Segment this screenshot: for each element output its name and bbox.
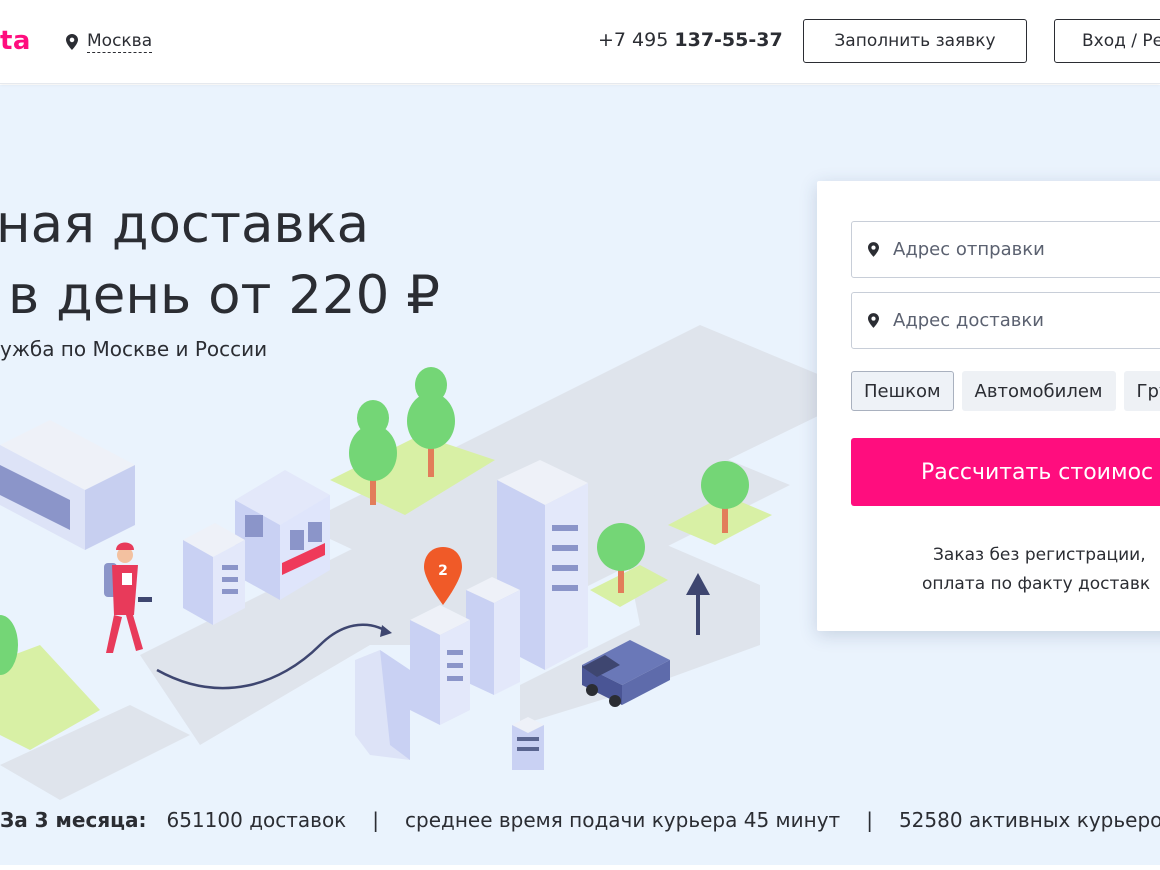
order-form-card: Пешком Автомобилем Гру Рассчитать стоимо… xyxy=(817,181,1160,631)
stats-separator: | xyxy=(866,808,873,832)
stats-avg-time: среднее время подачи курьера 45 минут xyxy=(405,808,841,832)
calculate-cost-button[interactable]: Рассчитать стоимос xyxy=(851,438,1160,506)
courier-figure xyxy=(104,542,152,653)
location-pin-icon xyxy=(66,33,78,50)
stats-couriers: 52580 активных курьеров xyxy=(898,808,1160,832)
phone-main: 137-55-37 xyxy=(674,29,783,51)
location-pin-icon xyxy=(868,242,879,257)
logo[interactable]: ta xyxy=(0,26,31,56)
hero-title-line2: в день от 220 ₽ xyxy=(8,265,440,326)
mode-walking[interactable]: Пешком xyxy=(851,371,954,411)
pickup-address-field[interactable] xyxy=(851,221,1160,278)
hero-title-line1: ная доставка xyxy=(0,194,370,255)
delivery-address-input[interactable] xyxy=(893,310,1160,331)
phone-number[interactable]: +7 495 137-55-37 xyxy=(598,29,783,51)
phone-prefix: +7 495 xyxy=(598,29,669,51)
delivery-mode-selector: Пешком Автомобилем Гру xyxy=(851,371,1160,411)
apply-button[interactable]: Заполнить заявку xyxy=(803,19,1027,63)
city-label: Москва xyxy=(87,31,153,53)
form-note: Заказ без регистрации, оплата по факту д… xyxy=(922,541,1160,599)
mode-car[interactable]: Автомобилем xyxy=(961,371,1116,411)
city-selector[interactable]: Москва xyxy=(66,30,153,53)
stats-separator: | xyxy=(372,808,380,832)
mode-truck[interactable]: Гру xyxy=(1123,371,1160,411)
stats-bar: За 3 месяца: 651100 доставок | среднее в… xyxy=(0,808,1160,832)
stats-deliveries: 651100 доставок xyxy=(166,808,347,832)
delivery-address-field[interactable] xyxy=(851,292,1160,349)
site-header: ta Москва +7 495 137-55-37 Заполнить зая… xyxy=(0,0,1160,84)
marker-number: 2 xyxy=(438,563,448,579)
form-note-line2: оплата по факту доставк xyxy=(922,574,1151,594)
pickup-address-input[interactable] xyxy=(893,239,1160,260)
login-button[interactable]: Вход / Ре xyxy=(1054,19,1160,63)
hero-subtitle: ужба по Москве и России xyxy=(0,337,268,361)
stats-label: За 3 месяца: xyxy=(0,808,147,832)
warehouse-building xyxy=(0,420,135,550)
form-note-line1: Заказ без регистрации, xyxy=(933,545,1146,565)
hero-title: ная доставка в день от 220 ₽ xyxy=(0,189,440,331)
location-pin-icon xyxy=(868,313,879,328)
